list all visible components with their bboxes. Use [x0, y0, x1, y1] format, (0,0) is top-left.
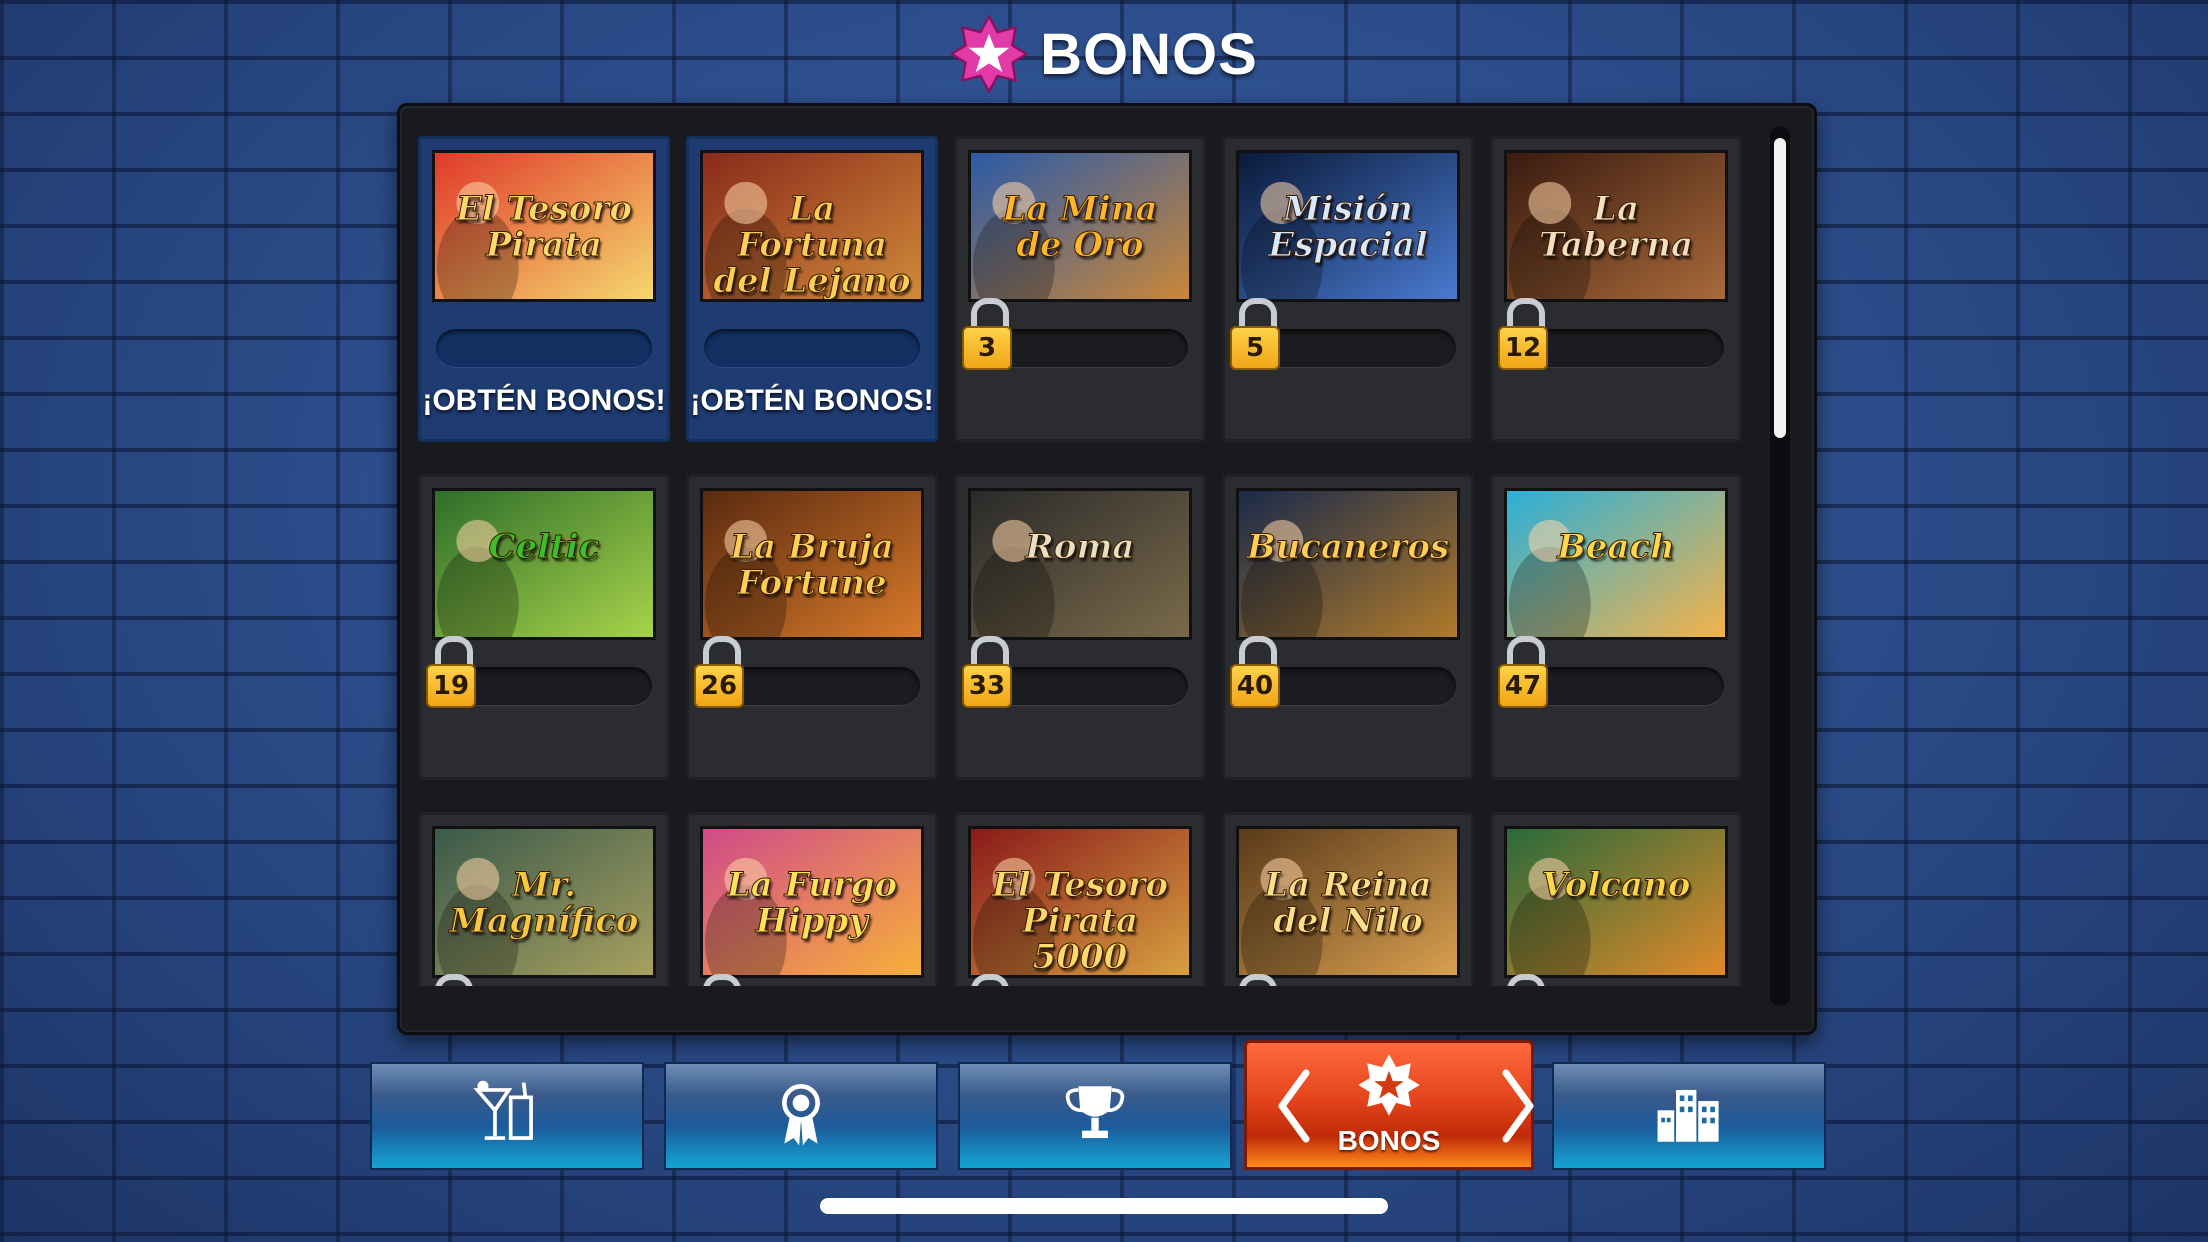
lock-icon: 19 — [426, 636, 478, 710]
star-badge-icon — [1357, 1053, 1421, 1121]
lock-icon: 12 — [1498, 298, 1550, 372]
game-card[interactable]: Beach 47 — [1490, 474, 1742, 780]
game-title: La Reina del Nilo — [1264, 865, 1432, 941]
lock-icon: 3 — [962, 298, 1014, 372]
nav-bonos-button[interactable]: BONOS — [1244, 1040, 1534, 1170]
game-thumbnail[interactable]: La Reina del Nilo — [1236, 826, 1460, 978]
game-title: Volcano — [1541, 865, 1691, 905]
unlock-level-badge: 26 — [694, 664, 744, 708]
scrollbar[interactable] — [1770, 126, 1790, 1006]
game-card[interactable]: La Mina de Oro 3 — [954, 136, 1206, 442]
lock-icon: 47 — [1498, 636, 1550, 710]
game-thumbnail[interactable]: Mr. Magnífico — [432, 826, 656, 978]
game-thumbnail[interactable]: Volcano — [1504, 826, 1728, 978]
game-thumbnail[interactable]: La Furgo Hippy — [700, 826, 924, 978]
home-indicator — [820, 1198, 1388, 1214]
game-title: La Taberna — [1538, 189, 1694, 265]
cocktail-icon — [470, 1077, 544, 1155]
game-title: Misión Espacial — [1268, 189, 1428, 265]
game-card[interactable]: El Tesoro Pirata ¡OBTÉN BONOS! — [418, 136, 670, 442]
game-thumbnail[interactable]: El Tesoro Pirata — [432, 150, 656, 302]
bottom-nav: BONOS — [370, 1040, 1838, 1174]
unlock-level-badge: 47 — [1498, 664, 1548, 708]
nav-city-button[interactable] — [1552, 1062, 1826, 1170]
scrollbar-thumb[interactable] — [1774, 138, 1786, 438]
game-title: La Mina de Oro — [1002, 189, 1158, 265]
game-title: Roma — [1025, 527, 1135, 567]
page-title-text: BONOS — [1040, 21, 1258, 87]
lock-icon — [694, 974, 746, 986]
game-card[interactable]: Volcano — [1490, 812, 1742, 986]
game-card[interactable]: La Furgo Hippy — [686, 812, 938, 986]
get-bonus-button[interactable]: ¡OBTÉN BONOS! — [686, 384, 938, 418]
get-bonus-button[interactable]: ¡OBTÉN BONOS! — [418, 384, 670, 418]
game-title: Bucaneros — [1246, 527, 1450, 567]
game-card[interactable]: La Taberna 12 — [1490, 136, 1742, 442]
game-title: El Tesoro Pirata — [455, 189, 633, 265]
game-title: Celtic — [488, 527, 600, 567]
game-thumbnail[interactable]: La Taberna — [1504, 150, 1728, 302]
buildings-icon — [1652, 1077, 1726, 1155]
game-thumbnail[interactable]: Misión Espacial — [1236, 150, 1460, 302]
game-title: La Bruja Fortune — [730, 527, 894, 603]
nav-bar-button[interactable] — [370, 1062, 644, 1170]
unlock-level-badge: 5 — [1230, 326, 1280, 370]
lock-icon — [1230, 974, 1282, 986]
game-thumbnail[interactable]: El Tesoro Pirata 5000 — [968, 826, 1192, 978]
game-thumbnail[interactable]: Celtic — [432, 488, 656, 640]
lock-icon: 33 — [962, 636, 1014, 710]
trophy-icon — [1058, 1077, 1132, 1155]
game-thumbnail[interactable]: Beach — [1504, 488, 1728, 640]
award-ribbon-icon — [764, 1077, 838, 1155]
game-title: El Tesoro Pirata 5000 — [991, 865, 1169, 977]
unlock-level-badge: 40 — [1230, 664, 1280, 708]
game-card[interactable]: La Bruja Fortune 26 — [686, 474, 938, 780]
nav-tournaments-button[interactable] — [958, 1062, 1232, 1170]
unlock-level-badge: 19 — [426, 664, 476, 708]
progress-bar — [436, 329, 652, 367]
lock-icon: 26 — [694, 636, 746, 710]
game-card[interactable]: Roma 33 — [954, 474, 1206, 780]
lock-icon: 5 — [1230, 298, 1282, 372]
chevron-right-icon[interactable] — [1481, 1069, 1534, 1143]
lock-icon: 40 — [1230, 636, 1282, 710]
unlock-level-badge: 33 — [962, 664, 1012, 708]
game-title: La Furgo Hippy — [726, 865, 898, 941]
game-thumbnail[interactable]: Roma — [968, 488, 1192, 640]
game-card[interactable]: La Reina del Nilo — [1222, 812, 1474, 986]
chevron-left-icon[interactable] — [1257, 1069, 1310, 1143]
game-title: Beach — [1557, 527, 1676, 567]
lock-icon — [1498, 974, 1550, 986]
game-card[interactable]: Bucaneros 40 — [1222, 474, 1474, 780]
game-thumbnail[interactable]: La Mina de Oro — [968, 150, 1192, 302]
game-title: La Fortuna del Lejano Oeste — [713, 189, 911, 301]
star-badge-icon — [950, 15, 1029, 93]
lock-icon — [426, 974, 478, 986]
bonus-grid[interactable]: El Tesoro Pirata ¡OBTÉN BONOS! La Fortuna … — [418, 136, 1764, 986]
unlock-level-badge: 3 — [962, 326, 1012, 370]
progress-bar — [704, 329, 920, 367]
game-card[interactable]: La Fortuna del Lejano Oeste ¡OBTÉN BONOS! — [686, 136, 938, 442]
lock-icon — [962, 974, 1014, 986]
page-title: BONOS — [0, 8, 2208, 100]
game-title: Mr. Magnífico — [449, 865, 639, 941]
unlock-level-badge: 12 — [1498, 326, 1548, 370]
game-thumbnail[interactable]: La Fortuna del Lejano Oeste — [700, 150, 924, 302]
game-card[interactable]: Celtic 19 — [418, 474, 670, 780]
game-card[interactable]: Mr. Magnífico — [418, 812, 670, 986]
bonus-panel: El Tesoro Pirata ¡OBTÉN BONOS! La Fortuna … — [397, 103, 1817, 1035]
nav-awards-button[interactable] — [664, 1062, 938, 1170]
nav-label: BONOS — [1337, 1125, 1441, 1156]
game-card[interactable]: Misión Espacial 5 — [1222, 136, 1474, 442]
game-card[interactable]: El Tesoro Pirata 5000 — [954, 812, 1206, 986]
game-thumbnail[interactable]: La Bruja Fortune — [700, 488, 924, 640]
game-thumbnail[interactable]: Bucaneros — [1236, 488, 1460, 640]
